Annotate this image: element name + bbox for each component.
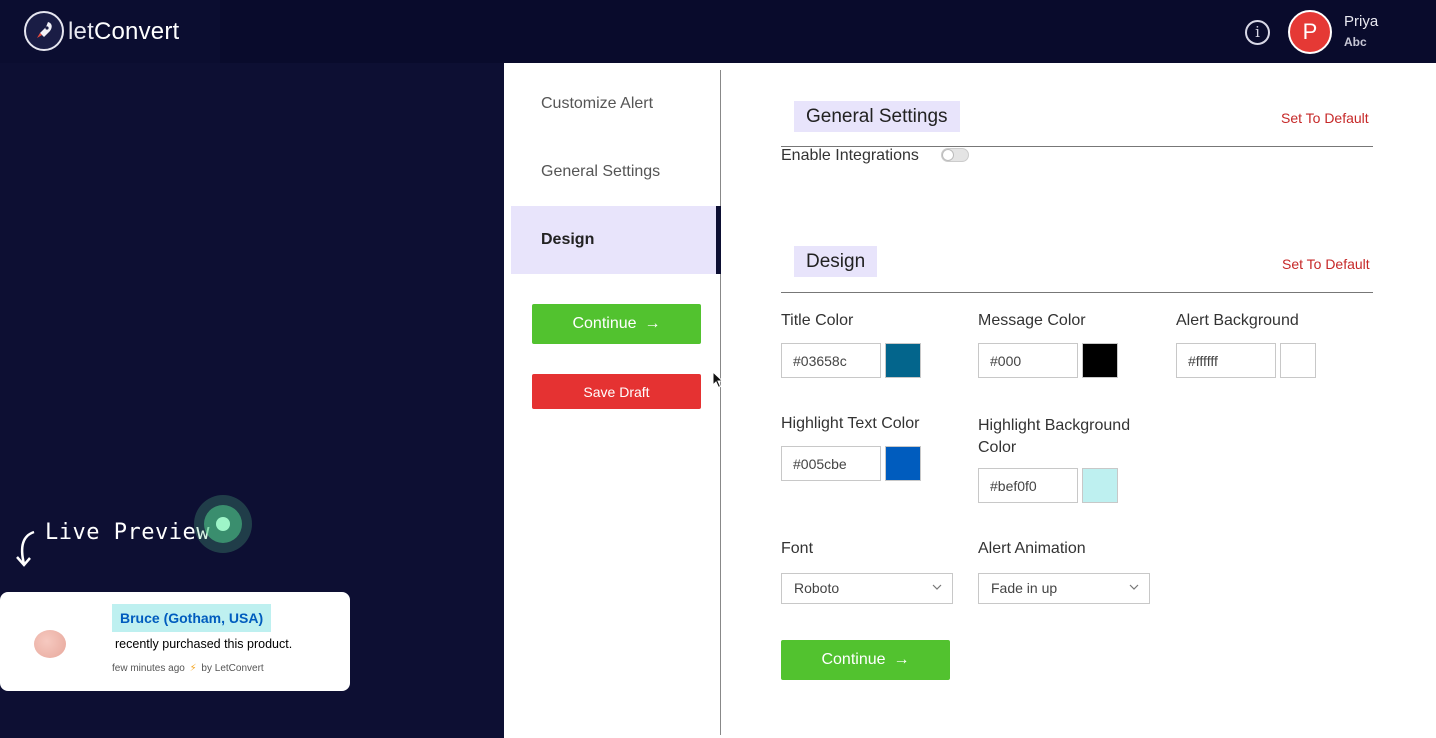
live-preview-label: Live Preview <box>45 520 210 545</box>
lightning-icon: ⚡ <box>189 663 197 674</box>
font-select-value: Roboto <box>794 580 840 596</box>
preview-message: recently purchased this product. <box>115 637 293 651</box>
message-color-input[interactable] <box>978 343 1078 378</box>
highlight-background-color-swatch[interactable] <box>1082 468 1118 503</box>
brand-name[interactable]: letConvert <box>68 18 179 46</box>
rocket-logo-icon[interactable] <box>24 11 64 51</box>
step-customize-alert[interactable]: Customize Alert <box>511 70 721 138</box>
preview-customer-name: Bruce (Gotham, USA) <box>112 604 272 632</box>
arrow-right-icon: → <box>893 651 910 668</box>
title-color-swatch[interactable] <box>885 343 921 378</box>
font-label: Font <box>781 540 814 557</box>
title-color-input[interactable] <box>781 343 881 378</box>
step-design[interactable]: Design <box>511 206 721 274</box>
continue-button[interactable]: Continue → <box>781 640 950 680</box>
highlight-text-color-swatch[interactable] <box>885 446 921 481</box>
alert-animation-label: Alert Animation <box>978 540 1086 557</box>
continue-label: Continue <box>572 315 637 332</box>
chevron-down-icon <box>932 584 942 590</box>
info-icon[interactable]: i <box>1245 20 1270 45</box>
toggle-knob <box>942 149 954 161</box>
brand-suffix: Convert <box>93 18 180 45</box>
alert-background-swatch[interactable] <box>1280 343 1316 378</box>
chevron-down-icon <box>1129 584 1139 590</box>
alert-background-label: Alert Background <box>1176 312 1299 329</box>
message-color-swatch[interactable] <box>1082 343 1118 378</box>
continue-button-sidebar[interactable]: Continue → <box>532 304 701 344</box>
general-settings-heading: General Settings <box>794 101 960 132</box>
continue-label: Continue <box>821 651 886 668</box>
live-indicator-dot <box>216 517 230 531</box>
highlight-background-color-input[interactable] <box>978 468 1078 503</box>
title-color-label: Title Color <box>781 312 854 329</box>
curved-arrow-icon <box>16 530 35 567</box>
avatar[interactable]: P <box>1288 10 1332 54</box>
user-name[interactable]: Priya <box>1344 13 1378 30</box>
brand-prefix: let <box>68 18 94 45</box>
step-general-settings[interactable]: General Settings <box>511 138 721 206</box>
highlight-background-color-label: Highlight Background Color <box>978 417 1131 456</box>
save-draft-button[interactable]: Save Draft <box>532 374 701 409</box>
message-color-label: Message Color <box>978 312 1086 329</box>
top-bar <box>0 0 1436 63</box>
mouse-pointer-icon <box>712 371 724 389</box>
design-heading: Design <box>794 246 878 277</box>
alert-background-input[interactable] <box>1176 343 1276 378</box>
alert-animation-value: Fade in up <box>991 580 1058 596</box>
product-image <box>34 630 66 658</box>
design-set-default-link[interactable]: Set To Default <box>1282 256 1370 272</box>
highlight-text-color-label: Highlight Text Color <box>781 415 920 432</box>
preview-meta: few minutes ago ⚡ by LetConvert <box>112 663 264 674</box>
enable-integrations-label: Enable Integrations <box>781 147 919 164</box>
font-select[interactable]: Roboto <box>781 573 953 604</box>
alert-animation-select[interactable]: Fade in up <box>978 573 1150 604</box>
preview-by: by LetConvert <box>201 663 264 674</box>
user-org[interactable]: Abc <box>1344 35 1367 49</box>
design-divider <box>781 292 1373 293</box>
highlight-text-color-input[interactable] <box>781 446 881 481</box>
arrow-right-icon: → <box>644 315 661 332</box>
general-set-default-link[interactable]: Set To Default <box>1281 110 1369 126</box>
preview-time: few minutes ago <box>112 663 185 674</box>
enable-integrations-toggle[interactable] <box>941 148 969 162</box>
